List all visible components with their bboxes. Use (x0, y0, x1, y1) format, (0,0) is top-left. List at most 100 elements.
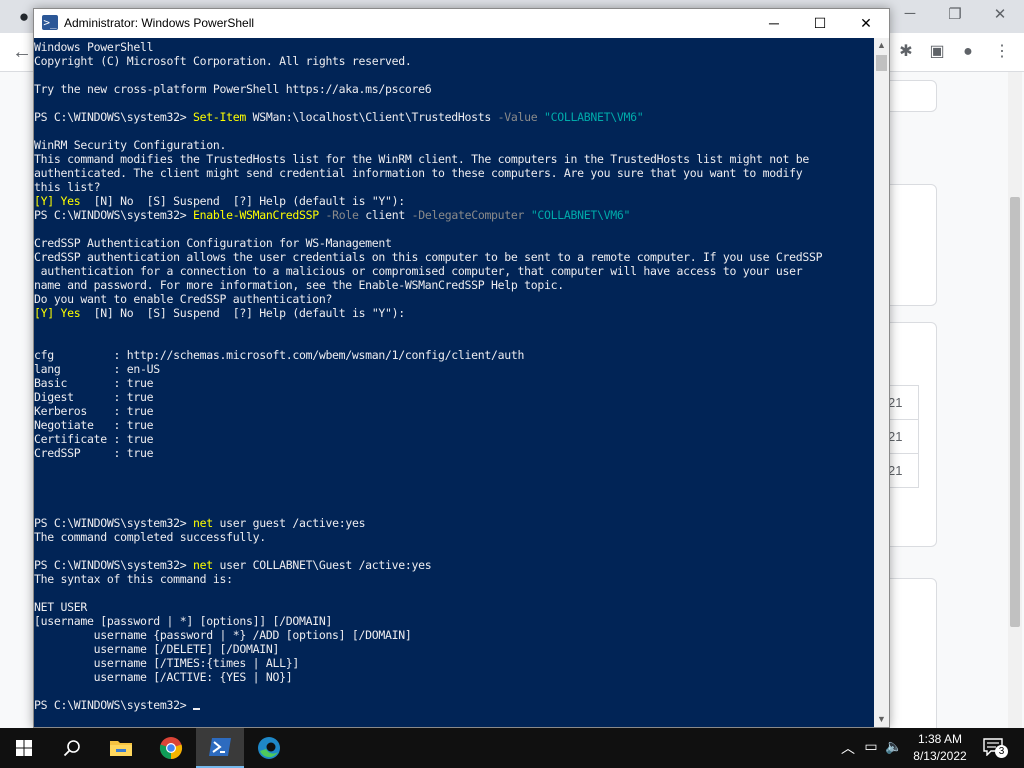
clock[interactable]: 1:38 AM 8/13/2022 (905, 731, 975, 765)
console-text: "COLLABNET\VM6" (544, 110, 644, 124)
console-text: lang : en-US (34, 362, 160, 376)
console-line: This command modifies the TrustedHosts l… (34, 152, 874, 166)
console-text: WinRM Security Configuration. (34, 138, 227, 152)
edge-icon (258, 737, 280, 759)
file-explorer-button[interactable] (97, 728, 145, 768)
scroll-up-icon[interactable]: ▲ (874, 38, 889, 53)
powershell-window[interactable]: >_ Administrator: Windows PowerShell ─ ☐… (33, 8, 890, 728)
volume-icon[interactable]: 🔈 (884, 738, 904, 755)
notification-count: 3 (995, 745, 1008, 758)
console-line: [Y] Yes [N] No [S] Suspend [?] Help (def… (34, 194, 874, 208)
console-text: [N] No [S] Suspend [?] Help (default is … (80, 306, 406, 320)
console-text: CredSSP authentication allows the user c… (34, 250, 823, 264)
console-line: CredSSP authentication allows the user c… (34, 250, 874, 264)
console-text: net (192, 558, 213, 572)
console-line: CredSSP : true (34, 446, 874, 460)
chrome-scrollbar-thumb[interactable] (1010, 197, 1020, 627)
console-line: Certificate : true (34, 432, 874, 446)
console-line: username [/TIMES:{times | ALL}] (34, 656, 874, 670)
console-line: PS C:\WINDOWS\system32> Set-Item WSMan:\… (34, 110, 874, 124)
title-bar[interactable]: >_ Administrator: Windows PowerShell ─ ☐… (34, 9, 889, 38)
console-line: username {password | *} /ADD [options] [… (34, 628, 874, 642)
page-table-cell: 21 (888, 419, 919, 454)
console-output[interactable]: Windows PowerShell Copyright (C) Microsof… (34, 38, 874, 727)
console-scrollbar[interactable]: ▲ ▼ (874, 38, 889, 727)
profile-icon[interactable]: ● (958, 42, 978, 62)
close-button[interactable]: ✕ (843, 9, 889, 38)
window-title: Administrator: Windows PowerShell (64, 16, 255, 30)
console-text: user COLLABNET\Guest /active:yes (212, 558, 432, 572)
chrome-button[interactable] (147, 728, 195, 768)
console-line: NET USER (34, 600, 874, 614)
edge-button[interactable] (245, 728, 293, 768)
chrome-close-button[interactable]: ✕ (990, 5, 1010, 23)
chevron-up-icon[interactable]: ︿ (838, 738, 858, 758)
console-line: username [/DELETE] [/DOMAIN] (34, 642, 874, 656)
powershell-icon: >_ (42, 15, 58, 30)
console-text: PS C:\WINDOWS\system32> (34, 698, 193, 712)
console-text: client (358, 208, 412, 222)
folder-icon (110, 741, 132, 756)
console-line: Windows PowerShell (34, 40, 874, 54)
console-text: [Y] Yes (34, 194, 81, 208)
console-text: Kerberos : true (34, 404, 154, 418)
console-text: Enable-WSManCredSSP (192, 208, 319, 222)
chrome-minimize-button[interactable]: ─ (900, 5, 920, 22)
maximize-button[interactable]: ☐ (797, 9, 843, 38)
console-text: -Value (497, 110, 538, 124)
search-button[interactable] (48, 728, 96, 768)
powershell-button[interactable] (196, 728, 244, 768)
console-text: authentication for a connection to a mal… (34, 264, 803, 278)
back-icon[interactable]: ← (12, 42, 32, 62)
console-line: Digest : true (34, 390, 874, 404)
console-text: The command completed successfully. (34, 530, 266, 544)
menu-icon[interactable]: ⋮ (992, 42, 1012, 62)
console-text: username {password | *} /ADD [options] [… (34, 628, 412, 642)
scroll-down-icon[interactable]: ▼ (874, 712, 889, 727)
scrollbar-thumb[interactable] (876, 55, 887, 71)
start-button[interactable] (0, 728, 48, 768)
console-text: CredSSP Authentication Configuration for… (34, 236, 392, 250)
console-line: authenticated. The client might send cre… (34, 166, 874, 180)
search-icon (63, 740, 80, 757)
console-text: PS C:\WINDOWS\system32> (34, 558, 193, 572)
console-line: WinRM Security Configuration. (34, 138, 874, 152)
powershell-icon (209, 738, 231, 756)
page-table-cell: 21 (888, 453, 919, 488)
console-line: authentication for a connection to a mal… (34, 264, 874, 278)
console-text: user guest /active:yes (212, 516, 366, 530)
console-text: This command modifies the TrustedHosts l… (34, 152, 809, 166)
chrome-restore-button[interactable]: ❐ (945, 5, 965, 23)
console-text: Windows PowerShell (34, 40, 154, 54)
console-text: "COLLABNET\VM6" (530, 208, 631, 222)
console-line: this list? (34, 180, 874, 194)
console-line: PS C:\WINDOWS\system32> Enable-WSManCred… (34, 208, 874, 222)
chrome-scrollbar[interactable] (1008, 72, 1022, 728)
console-line: PS C:\WINDOWS\system32> net user COLLABN… (34, 558, 874, 572)
console-line: Basic : true (34, 376, 874, 390)
network-icon[interactable]: ▭ (861, 738, 881, 755)
side-panel-icon[interactable]: ▣ (927, 42, 947, 62)
console-text: CredSSP : true (34, 446, 154, 460)
console-line: Do you want to enable CredSSP authentica… (34, 292, 874, 306)
console-lines: Windows PowerShell Copyright (C) Microsof… (34, 38, 874, 712)
extensions-icon[interactable]: ✱ (896, 42, 916, 62)
minimize-button[interactable]: ─ (751, 9, 797, 38)
console-text: -DelegateComputer (411, 208, 525, 222)
page-table-cell: 21 (888, 385, 919, 420)
console-text: Try the new cross-platform PowerShell ht… (34, 82, 432, 96)
notification-button[interactable]: 3 (980, 736, 1010, 760)
console-line: PS C:\WINDOWS\system32> (34, 698, 874, 712)
console-text: NET USER (34, 600, 87, 614)
console-line: cfg : http://schemas.microsoft.com/wbem/… (34, 348, 874, 362)
github-icon[interactable]: ● (14, 7, 34, 27)
console-text: Negotiate : true (34, 418, 154, 432)
